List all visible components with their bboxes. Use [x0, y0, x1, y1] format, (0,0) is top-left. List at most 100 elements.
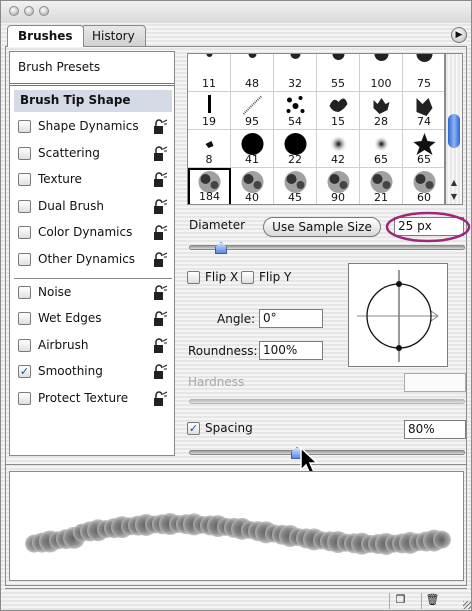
options-separator: [14, 277, 172, 279]
option-checkbox[interactable]: [18, 285, 31, 299]
brush-tip-cell[interactable]: 48: [231, 54, 274, 92]
option-checkbox[interactable]: [18, 226, 31, 240]
brush-tip-cell[interactable]: 90: [317, 168, 360, 204]
lock-icon[interactable]: [152, 119, 168, 135]
lock-icon[interactable]: [152, 338, 168, 354]
brush-tip-cell[interactable]: 60: [403, 168, 444, 204]
option-checkbox[interactable]: [18, 173, 31, 187]
option-row[interactable]: Texture: [14, 169, 172, 191]
brush-tip-cell[interactable]: 54: [274, 92, 317, 130]
spacing-box[interactable]: ✓: [187, 422, 200, 435]
brush-tip-cell[interactable]: 15: [317, 92, 360, 130]
stroke-dab: [433, 530, 451, 549]
brush-grid-scrollbar[interactable]: ▲ ▼: [445, 53, 463, 205]
brush-tip-cell[interactable]: 74: [403, 92, 444, 130]
brush-tip-cell[interactable]: 75: [403, 54, 444, 92]
brush-tip-cell[interactable]: 65: [360, 130, 403, 168]
option-checkbox[interactable]: [18, 253, 31, 266]
lock-icon[interactable]: [152, 199, 168, 215]
brush-tip-cell[interactable]: 100: [360, 54, 403, 92]
brush-tip-cell[interactable]: 55: [317, 54, 360, 92]
title-bar[interactable]: [1, 1, 471, 23]
hardness-field: [404, 373, 466, 392]
spacing-slider-track[interactable]: [189, 450, 465, 455]
use-sample-size-button[interactable]: Use Sample Size: [263, 217, 381, 237]
scroll-down-icon[interactable]: ▼: [446, 190, 462, 204]
trash-icon[interactable]: 🗑: [421, 593, 443, 609]
option-label: Shape Dynamics: [38, 119, 139, 133]
option-checkbox[interactable]: [18, 146, 31, 160]
flip-x-box[interactable]: [187, 271, 200, 284]
option-row[interactable]: Wet Edges: [14, 308, 172, 330]
brushes-palette-window: Brushes History ▶ Brush Presets Brush Ti…: [0, 0, 472, 611]
option-row[interactable]: Protect Texture: [14, 388, 172, 410]
lock-icon[interactable]: [152, 364, 168, 380]
hardness-slider-track: [189, 399, 465, 404]
close-window-icon[interactable]: [9, 6, 19, 16]
resize-grip[interactable]: [463, 601, 471, 609]
zoom-window-icon[interactable]: [39, 6, 49, 16]
brush-tip-cell[interactable]: 28: [360, 92, 403, 130]
option-row[interactable]: Other Dynamics: [14, 249, 172, 271]
angle-field[interactable]: 0°: [259, 309, 323, 328]
brush-size-label: 42: [331, 153, 345, 166]
palette-menu-arrow-icon[interactable]: ▶: [451, 27, 467, 43]
spacing-checkbox[interactable]: ✓ Spacing: [187, 421, 307, 439]
option-row[interactable]: Shape Dynamics: [14, 116, 172, 138]
option-checkbox[interactable]: [18, 312, 31, 326]
tab-brushes[interactable]: Brushes: [7, 25, 84, 47]
brush-tip-cell[interactable]: 19: [188, 92, 231, 130]
brush-tip-cell[interactable]: 45: [274, 168, 317, 204]
lock-icon[interactable]: [152, 172, 168, 188]
roundness-handle-top[interactable]: [396, 281, 402, 287]
lock-icon[interactable]: [152, 145, 168, 162]
brush-tip-cell[interactable]: 184: [188, 168, 231, 204]
brush-tip-cell[interactable]: 65: [403, 130, 444, 168]
brush-size-label: 41: [245, 153, 259, 166]
option-row[interactable]: ✓ Smoothing: [14, 361, 172, 383]
brush-presets-item[interactable]: Brush Presets: [10, 52, 174, 86]
brush-tip-cell[interactable]: 8: [188, 130, 231, 168]
brush-size-label: 32: [288, 77, 302, 90]
lock-icon[interactable]: [152, 311, 168, 327]
brush-tip-cell[interactable]: 41: [231, 130, 274, 168]
brush-size-label: 48: [245, 77, 259, 90]
option-row[interactable]: Dual Brush: [14, 196, 172, 218]
diameter-slider-track[interactable]: [189, 245, 465, 250]
option-checkbox[interactable]: [18, 120, 31, 133]
option-checkbox[interactable]: [18, 392, 31, 405]
lock-icon[interactable]: [152, 391, 168, 407]
angle-roundness-editor[interactable]: [348, 263, 448, 367]
brush-tip-cell[interactable]: 40: [231, 168, 274, 204]
lock-icon[interactable]: [152, 284, 168, 301]
option-label: Noise: [38, 284, 72, 299]
brush-tip-cell[interactable]: 11: [188, 54, 231, 92]
angle-roundness-diagram: [357, 270, 439, 362]
option-checkbox[interactable]: ✓: [18, 365, 31, 379]
brush-tip-cell[interactable]: 42: [317, 130, 360, 168]
tab-history[interactable]: History: [81, 25, 146, 47]
new-brush-icon[interactable]: ❐: [389, 593, 411, 609]
option-checkbox[interactable]: [18, 199, 31, 213]
brush-size-label: 11: [202, 77, 216, 90]
option-row[interactable]: Scattering: [14, 143, 172, 165]
option-row[interactable]: Airbrush: [14, 335, 172, 357]
flip-y-checkbox[interactable]: Flip Y: [241, 269, 321, 287]
roundness-field[interactable]: 100%: [259, 341, 323, 360]
brush-tip-cell[interactable]: 32: [274, 54, 317, 92]
brush-tip-cell[interactable]: 95: [231, 92, 274, 130]
scroll-up-icon[interactable]: ▲: [446, 176, 462, 190]
option-row[interactable]: Color Dynamics: [14, 222, 172, 244]
brush-tip-cell[interactable]: 21: [360, 168, 403, 204]
minimize-window-icon[interactable]: [24, 6, 34, 16]
spacing-field[interactable]: 80%: [404, 420, 466, 439]
brush-tip-cell[interactable]: 22: [274, 130, 317, 168]
option-row[interactable]: Noise: [14, 282, 172, 304]
lock-icon[interactable]: [152, 252, 168, 268]
flip-y-box[interactable]: [241, 271, 254, 284]
option-checkbox[interactable]: [18, 338, 31, 352]
roundness-handle-bottom[interactable]: [396, 345, 402, 351]
brush-tip-shape-item[interactable]: Brush Tip Shape: [14, 90, 172, 112]
scrollbar-thumb[interactable]: [448, 114, 460, 148]
lock-icon[interactable]: [152, 225, 168, 241]
